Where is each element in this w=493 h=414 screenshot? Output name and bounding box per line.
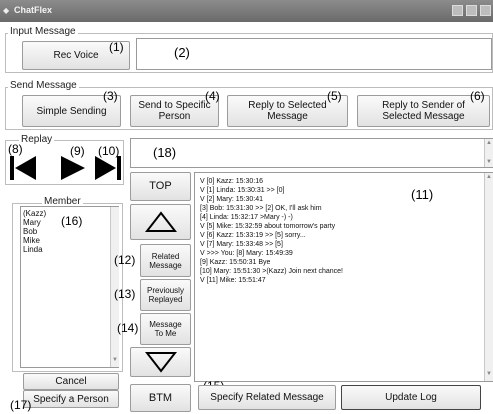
log-line[interactable]: V [2] Mary: 15:30:41 <box>200 195 263 204</box>
marker-12: (12) <box>114 253 136 267</box>
replay-text-field[interactable] <box>130 138 493 168</box>
window-title: ChatFlex <box>14 5 53 15</box>
log-line[interactable]: [3] Bob: 15:31:30 >> [2] OK, I'll ask hi… <box>200 204 322 213</box>
specify-related-message-button[interactable]: Specify Related Message <box>198 385 336 410</box>
marker-18: (18) <box>153 145 177 160</box>
close-button[interactable] <box>480 5 491 16</box>
minimize-button[interactable] <box>452 5 463 16</box>
message-to-me-button[interactable]: Message To Me <box>140 313 191 345</box>
scroll-up-button[interactable] <box>130 204 191 240</box>
marker-6: (6) <box>470 89 485 103</box>
log-line[interactable]: [4] Linda: 15:32:17 >Mary -) -) <box>200 213 293 222</box>
previously-replayed-button[interactable]: Previously Replayed <box>140 279 191 311</box>
log-line[interactable]: V [0] Kazz: 15:30:16 <box>200 177 263 186</box>
cancel-button[interactable]: Cancel <box>23 373 119 390</box>
replay-label: Replay <box>19 134 55 145</box>
marker-17: (17) <box>10 398 32 412</box>
member-item[interactable]: Mary <box>23 218 41 227</box>
marker-14: (14) <box>117 321 139 335</box>
triangle-down-icon <box>144 352 177 373</box>
log-scrollbar[interactable]: ▲ ▼ <box>484 173 493 381</box>
marker-4: (4) <box>205 89 220 103</box>
play-icon <box>61 156 85 180</box>
maximize-button[interactable] <box>466 5 477 16</box>
related-message-button[interactable]: Related Message <box>140 244 191 277</box>
send-message-label: Send Message <box>8 80 79 91</box>
scroll-down-icon: ▼ <box>486 371 492 377</box>
scroll-down-button[interactable] <box>130 347 191 377</box>
marker-11: (11) <box>411 187 434 202</box>
skip-back-button[interactable] <box>8 154 38 182</box>
update-log-button[interactable]: Update Log <box>341 385 481 410</box>
log-line[interactable]: V [1] Linda: 15:30:31 >> [0] <box>200 186 284 195</box>
skip-forward-icon <box>95 156 121 180</box>
scroll-up-icon: ▲ <box>486 174 492 180</box>
log-line[interactable]: V [11] Mike: 15:51:47 <box>200 276 266 285</box>
log-line[interactable]: [10] Mary: 15:51:30 >(Kazz) Join next ch… <box>200 267 343 276</box>
log-line[interactable]: V [6] Kazz: 15:33:19 >> [5] sorry... <box>200 231 306 240</box>
log-line[interactable]: V >>> You: [8] Mary: 15:49:39 <box>200 249 293 258</box>
skip-forward-button[interactable] <box>93 154 123 182</box>
log-line[interactable]: V [5] Mike: 15:32:59 about tomorrow's pa… <box>200 222 335 231</box>
marker-13: (13) <box>114 287 136 301</box>
log-line[interactable]: V [7] Mary: 15:33:48 >> [5] <box>200 240 283 249</box>
specify-person-button[interactable]: Specify a Person <box>23 390 119 408</box>
member-item[interactable]: (Kazz) <box>23 209 46 218</box>
member-item[interactable]: Mike <box>23 236 40 245</box>
marker-16: (16) <box>61 214 83 228</box>
triangle-up-icon <box>144 211 177 232</box>
bottom-button[interactable]: BTM <box>130 384 191 412</box>
member-item[interactable]: Linda <box>23 245 43 254</box>
member-item[interactable]: Bob <box>23 227 37 236</box>
top-button[interactable]: TOP <box>130 172 191 201</box>
marker-1: (1) <box>109 40 124 54</box>
marker-2: (2) <box>174 45 190 60</box>
title-bar: ◆ ChatFlex <box>0 0 493 22</box>
marker-3: (3) <box>103 89 118 103</box>
skip-back-icon <box>10 156 36 180</box>
marker-5: (5) <box>327 89 342 103</box>
input-message-label: Input Message <box>8 26 78 37</box>
app-icon: ◆ <box>3 6 10 15</box>
scroll-down-icon: ▼ <box>112 357 118 363</box>
replay-scrollbar[interactable]: ▲ ▼ <box>484 139 493 167</box>
log-line[interactable]: [9] Kazz: 15:50:31 Bye <box>200 258 270 267</box>
scroll-up-icon: ▲ <box>486 140 492 146</box>
play-button[interactable] <box>58 154 88 182</box>
scroll-down-icon: ▼ <box>486 159 492 165</box>
